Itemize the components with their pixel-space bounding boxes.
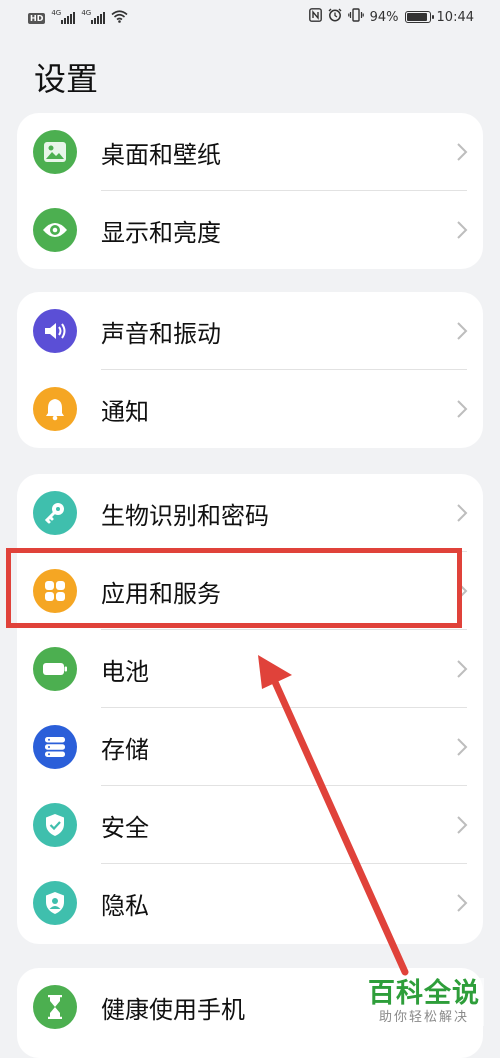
wifi-icon (111, 10, 128, 26)
alarm-icon (328, 8, 342, 26)
settings-item-desktop-wallpaper[interactable]: 桌面和壁纸 (17, 113, 483, 191)
settings-group-sound: 声音和振动 通知 (17, 292, 483, 448)
nfc-icon (308, 8, 322, 26)
chevron-right-icon (457, 221, 468, 239)
chevron-right-icon (457, 504, 468, 522)
settings-item-label: 声音和振动 (101, 319, 221, 348)
settings-item-label: 生物识别和密码 (101, 501, 269, 530)
status-bar: HD 4G 4G 94% 10:44 (0, 0, 500, 38)
battery-icon (33, 647, 77, 691)
hd-badge: HD (28, 12, 46, 24)
settings-item-notifications[interactable]: 通知 (17, 370, 483, 448)
page-title: 设置 (34, 60, 99, 98)
chevron-right-icon (457, 816, 468, 834)
battery-percent: 94% (369, 9, 399, 25)
chevron-right-icon (457, 660, 468, 678)
signal-icon: 4G (51, 9, 76, 24)
storage-icon (33, 725, 77, 769)
image-icon (33, 130, 77, 174)
settings-item-display-brightness[interactable]: 显示和亮度 (17, 191, 483, 269)
settings-item-sound-vibration[interactable]: 声音和振动 (17, 292, 483, 370)
shield-check-icon (33, 803, 77, 847)
settings-item-label: 通知 (101, 397, 149, 426)
settings-group-display: 桌面和壁纸 显示和亮度 (17, 113, 483, 269)
chevron-right-icon (457, 322, 468, 340)
bell-icon (33, 387, 77, 431)
highlight-annotation-box (6, 548, 462, 628)
settings-item-storage[interactable]: 存储 (17, 708, 483, 786)
battery-icon (404, 11, 434, 23)
settings-item-label: 健康使用手机 (101, 995, 245, 1024)
watermark-slogan: 助你轻松解决 (378, 1010, 469, 1025)
chevron-right-icon (457, 143, 468, 161)
settings-item-label: 电池 (101, 657, 149, 686)
signal-icon: 4G (81, 9, 106, 24)
status-right-icons: 94% 10:44 (308, 8, 474, 26)
settings-item-privacy[interactable]: 隐私 (17, 864, 483, 942)
privacy-shield-icon (33, 881, 77, 925)
status-left-icons: HD 4G 4G (28, 9, 128, 26)
key-icon (33, 491, 77, 535)
speaker-icon (33, 309, 77, 353)
clock-time: 10:44 (436, 9, 474, 25)
settings-item-label: 安全 (101, 813, 149, 842)
watermark-logo: 百科全说 助你轻松解决 (364, 978, 484, 1026)
settings-group-system: 生物识别和密码 应用和服务 电池 存储 安全 隐私 (17, 474, 483, 944)
settings-item-label: 桌面和壁纸 (101, 140, 221, 169)
settings-item-security[interactable]: 安全 (17, 786, 483, 864)
settings-item-label: 隐私 (101, 891, 149, 920)
settings-item-label: 显示和亮度 (101, 218, 221, 247)
vibrate-icon (347, 8, 364, 26)
chevron-right-icon (457, 738, 468, 756)
eye-icon (33, 208, 77, 252)
settings-item-label: 存储 (101, 735, 149, 764)
chevron-right-icon (457, 400, 468, 418)
settings-item-battery[interactable]: 电池 (17, 630, 483, 708)
settings-item-biometrics-password[interactable]: 生物识别和密码 (17, 474, 483, 552)
watermark-brand: 百科全说 (368, 978, 480, 1009)
chevron-right-icon (457, 894, 468, 912)
hourglass-icon (33, 985, 77, 1029)
